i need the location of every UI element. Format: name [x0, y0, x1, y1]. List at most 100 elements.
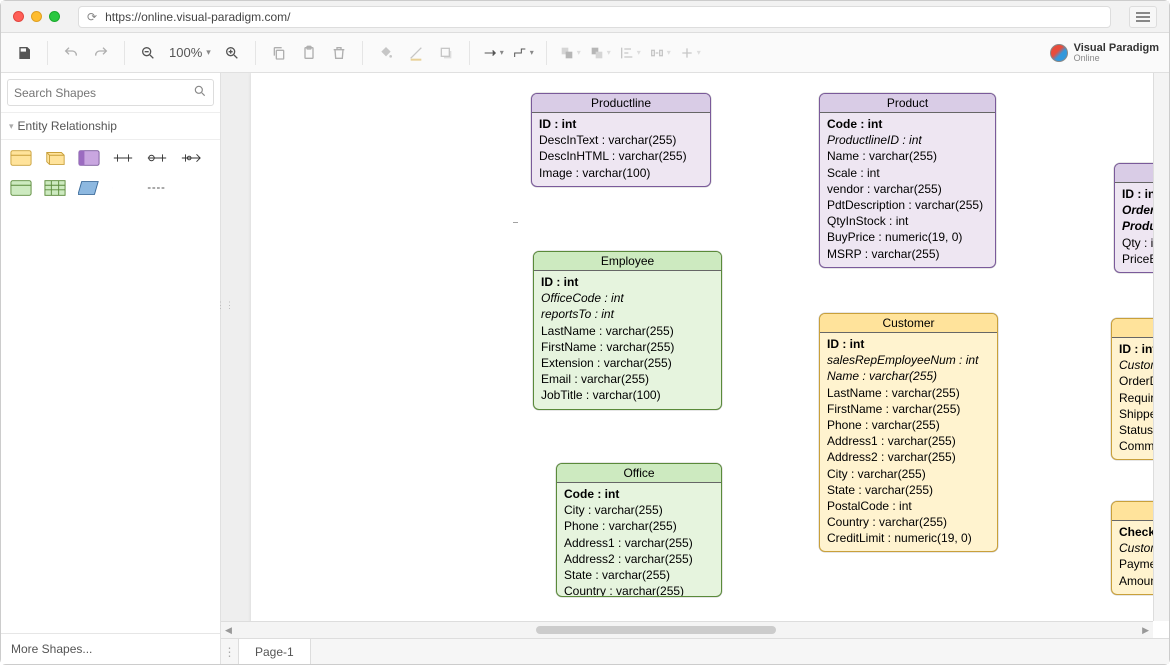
scrollbar-horizontal[interactable]	[221, 621, 1153, 638]
logo-subtitle: Online	[1074, 54, 1159, 63]
shape-entity-3d-yellow[interactable]	[43, 148, 67, 168]
logo-icon	[1050, 44, 1068, 62]
shape-line-dashed[interactable]	[145, 178, 169, 198]
window-traffic-lights	[13, 11, 60, 22]
body: Entity Relationship More Shapes...	[1, 73, 1169, 664]
entity-body: Code : intCity : varchar(255)Phone : var…	[557, 483, 721, 597]
shape-entity-yellow[interactable]	[9, 148, 33, 168]
window-minimize-icon[interactable]	[31, 11, 42, 22]
entity-attr: CreditLimit : numeric(19, 0)	[827, 530, 990, 546]
app-logo[interactable]: Visual Paradigm Online	[1050, 43, 1159, 63]
entity-attr: ProductlineID : int	[827, 132, 988, 148]
entity-body: ID : intDescInText : varchar(255)DescInH…	[532, 113, 710, 186]
entity-attr: State : varchar(255)	[827, 482, 990, 498]
sidebar-splitter[interactable]: ⋮⋮	[220, 290, 230, 320]
save-button[interactable]	[11, 40, 37, 66]
shape-entity-purple[interactable]	[77, 148, 101, 168]
url-text: https://online.visual-paradigm.com/	[105, 10, 290, 24]
entity-header: Customer	[820, 314, 997, 333]
entity-header: Product	[820, 94, 995, 113]
canvas-area: Productline ID : intDescInText : varchar…	[221, 73, 1169, 664]
main-toolbar: 100% ▾ ▾ ▾	[1, 33, 1169, 73]
entity-attr: reportsTo : int	[541, 306, 714, 322]
entity-attr: Name : varchar(255)	[827, 368, 990, 384]
window-zoom-icon[interactable]	[49, 11, 60, 22]
entity-employee[interactable]: Employee ID : intOfficeCode : intreports…	[533, 251, 722, 410]
entity-attr: Extension : varchar(255)	[541, 355, 714, 371]
entity-attr: Name : varchar(255)	[827, 148, 988, 164]
entity-attr: Address2 : varchar(255)	[564, 551, 714, 567]
entity-attr: Scale : int	[827, 165, 988, 181]
canvas-connectors	[221, 73, 521, 223]
entity-attr: DescInText : varchar(255)	[539, 132, 703, 148]
page-strip: ⋮ Page-1	[221, 638, 1169, 664]
zoom-value[interactable]: 100%	[169, 45, 202, 60]
entity-attr: ID : int	[539, 116, 703, 132]
entity-attr: Image : varchar(100)	[539, 165, 703, 181]
entity-product[interactable]: Product Code : intProductlineID : intNam…	[819, 93, 996, 268]
window-close-icon[interactable]	[13, 11, 24, 22]
entity-attr: City : varchar(255)	[827, 466, 990, 482]
paste-button[interactable]	[296, 40, 322, 66]
search-shapes[interactable]	[7, 79, 214, 106]
search-shapes-input[interactable]	[14, 86, 193, 100]
entity-attr: PdtDescription : varchar(255)	[827, 197, 988, 213]
to-front-button[interactable]: ▾	[557, 40, 583, 66]
logo-title: Visual Paradigm	[1074, 43, 1159, 54]
scrollbar-vertical[interactable]	[1153, 73, 1169, 621]
fill-color-button[interactable]	[373, 40, 399, 66]
entity-customer[interactable]: Customer ID : intsalesRepEmployeeNum : i…	[819, 313, 998, 552]
shape-entity-blue-skew[interactable]	[77, 178, 101, 198]
redo-button[interactable]	[88, 40, 114, 66]
shape-entity-grid-green[interactable]	[43, 178, 67, 198]
shape-rel-one[interactable]	[111, 148, 135, 168]
zoom-in-button[interactable]	[219, 40, 245, 66]
page-tab-1[interactable]: Page-1	[239, 639, 311, 664]
add-button[interactable]: ▾	[677, 40, 703, 66]
to-back-button[interactable]: ▾	[587, 40, 613, 66]
entity-attr: ID : int	[541, 274, 714, 290]
entity-attr: City : varchar(255)	[564, 502, 714, 518]
entity-attr: FirstName : varchar(255)	[541, 339, 714, 355]
entity-attr: ID : int	[827, 336, 990, 352]
titlebar: ⟳ https://online.visual-paradigm.com/	[1, 1, 1169, 33]
copy-button[interactable]	[266, 40, 292, 66]
connector-style-button[interactable]: ▾	[480, 40, 506, 66]
shape-rel-many[interactable]	[179, 148, 203, 168]
entity-attr: Phone : varchar(255)	[827, 417, 990, 433]
canvas[interactable]: Productline ID : intDescInText : varchar…	[221, 73, 1169, 638]
shape-rel-zeroone[interactable]	[145, 148, 169, 168]
entity-attr: LastName : varchar(255)	[541, 323, 714, 339]
entity-attr: DescInHTML : varchar(255)	[539, 148, 703, 164]
entity-attr: Country : varchar(255)	[827, 514, 990, 530]
panel-entity-relationship[interactable]: Entity Relationship	[1, 112, 220, 140]
page-grip[interactable]: ⋮	[221, 639, 239, 664]
shape-palette	[1, 140, 220, 206]
entity-attr: Code : int	[564, 486, 714, 502]
entity-attr: State : varchar(255)	[564, 567, 714, 583]
entity-office[interactable]: Office Code : intCity : varchar(255)Phon…	[556, 463, 722, 597]
entity-header: Employee	[534, 252, 721, 271]
entity-attr: OfficeCode : int	[541, 290, 714, 306]
zoom-out-button[interactable]	[135, 40, 161, 66]
url-bar[interactable]: ⟳ https://online.visual-paradigm.com/	[78, 6, 1111, 28]
reload-icon[interactable]: ⟳	[87, 10, 97, 24]
entity-attr: QtyInStock : int	[827, 213, 988, 229]
line-color-button[interactable]	[403, 40, 429, 66]
more-shapes-button[interactable]: More Shapes...	[1, 633, 220, 664]
entity-attr: JobTitle : varchar(100)	[541, 387, 714, 403]
shadow-button[interactable]	[433, 40, 459, 66]
delete-button[interactable]	[326, 40, 352, 66]
entity-productline[interactable]: Productline ID : intDescInText : varchar…	[531, 93, 711, 187]
entity-attr: BuyPrice : numeric(19, 0)	[827, 229, 988, 245]
zoom-dropdown-icon[interactable]: ▾	[206, 47, 211, 58]
undo-button[interactable]	[58, 40, 84, 66]
shape-entity-blue[interactable]	[111, 178, 135, 198]
align-button[interactable]: ▾	[617, 40, 643, 66]
waypoint-style-button[interactable]: ▾	[510, 40, 536, 66]
shape-entity-green[interactable]	[9, 178, 33, 198]
search-icon[interactable]	[193, 84, 207, 101]
distribute-button[interactable]: ▾	[647, 40, 673, 66]
hamburger-menu-button[interactable]	[1129, 6, 1157, 28]
entity-attr: FirstName : varchar(255)	[827, 401, 990, 417]
